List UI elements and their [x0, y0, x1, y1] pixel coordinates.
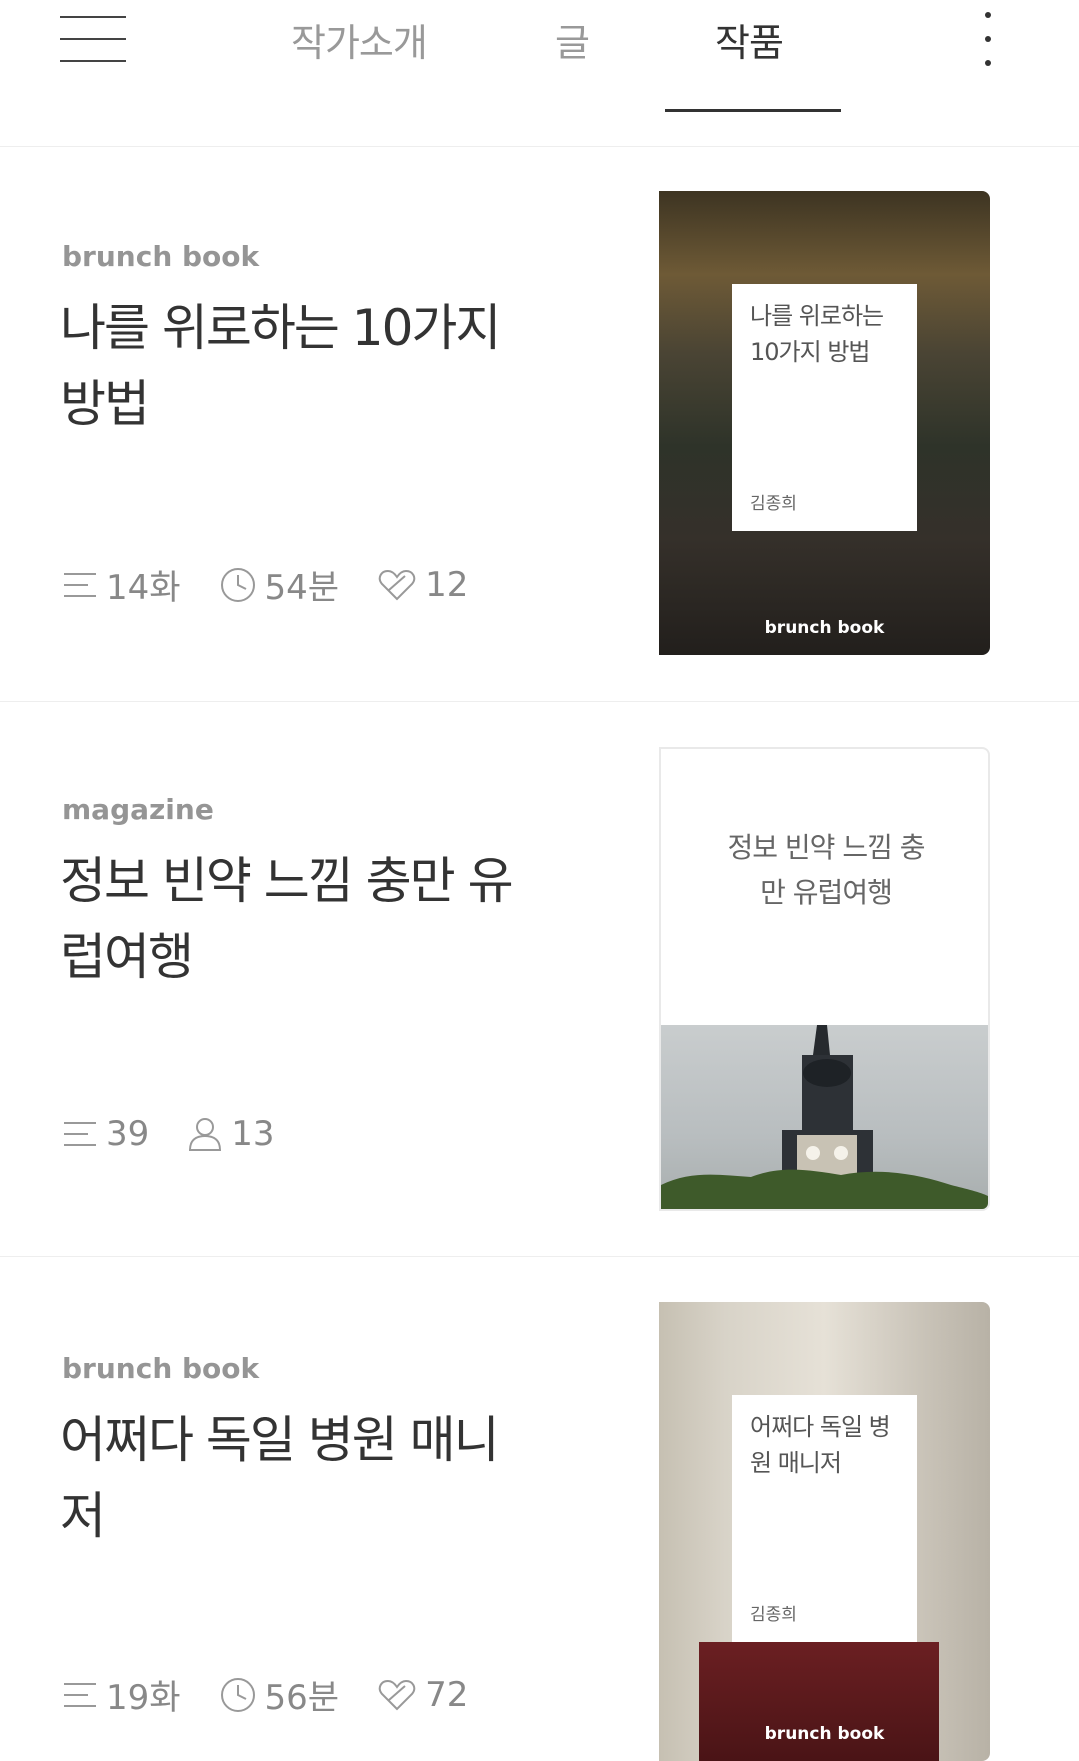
reading-time: 56분	[219, 1670, 340, 1719]
episodes-count: 19화	[62, 1670, 181, 1719]
item-title[interactable]: 어쩌다 독일 병원 매니저	[60, 1402, 530, 1554]
item-meta: 14화 54분 12	[62, 560, 506, 609]
episodes-value: 19화	[106, 1678, 181, 1718]
cover-brand-label: brunch book	[764, 1724, 885, 1744]
likes-value: 12	[425, 564, 469, 605]
item-meta: 39 13	[62, 1114, 313, 1154]
item-type-label: brunch book	[62, 240, 260, 273]
likes-count: 72	[377, 1675, 468, 1715]
more-options-icon[interactable]	[980, 10, 996, 70]
item-title[interactable]: 나를 위로하는 10가지 방법	[60, 290, 530, 442]
heart-icon	[378, 569, 416, 600]
list-icon	[64, 1682, 96, 1707]
active-tab-indicator	[665, 109, 841, 112]
list-icon	[64, 572, 96, 597]
cover-title: 정보 빈약 느낌 충만 유럽여행	[727, 831, 925, 909]
item-meta: 19화 56분 72	[62, 1670, 506, 1719]
episodes-count: 14화	[62, 560, 181, 609]
tab-author-intro[interactable]: 작가소개	[291, 12, 428, 67]
duration-value: 54분	[264, 568, 340, 608]
magazine-cover[interactable]: 정보 빈약 느낌 충만 유럽여행	[659, 747, 990, 1211]
item-type-label: magazine	[62, 793, 214, 826]
item-title[interactable]: 정보 빈약 느낌 충만 유럽여행	[60, 843, 530, 995]
episodes-count: 39	[62, 1114, 149, 1154]
clock-icon	[220, 1677, 255, 1712]
cover-brand-label: brunch book	[764, 618, 885, 638]
cover-author: 김종희	[750, 494, 797, 514]
likes-value: 72	[425, 1674, 469, 1715]
brunch-book-cover[interactable]: 어쩌다 독일 병원 매니저 김종희 brunch book	[659, 1302, 990, 1761]
tab-works[interactable]: 작품	[715, 12, 784, 67]
list-icon	[64, 1122, 96, 1146]
duration-value: 56분	[264, 1678, 340, 1718]
reading-time: 54분	[219, 560, 340, 609]
cover-author: 김종희	[750, 1605, 797, 1625]
item-type-label: brunch book	[62, 1352, 260, 1385]
subscribers-value: 13	[231, 1114, 275, 1154]
episodes-value: 39	[106, 1114, 150, 1154]
cover-title-panel: 나를 위로하는 10가지 방법 김종희	[732, 284, 917, 531]
person-icon	[189, 1118, 222, 1151]
brunch-book-cover[interactable]: 나를 위로하는 10가지 방법 김종희 brunch book	[659, 191, 990, 655]
cover-title: 나를 위로하는 10가지 방법	[750, 302, 884, 366]
clock-icon	[220, 567, 255, 602]
episodes-value: 14화	[106, 568, 181, 608]
tab-posts[interactable]: 글	[555, 12, 590, 67]
cover-title: 어쩌다 독일 병원 매니저	[750, 1413, 891, 1477]
cover-photo-church-tower	[661, 1025, 988, 1209]
hamburger-menu-icon[interactable]	[60, 16, 126, 62]
subscriber-count: 13	[187, 1114, 275, 1154]
heart-icon	[378, 1679, 416, 1710]
top-nav-bar: 작가소개 글 작품	[0, 0, 1079, 147]
likes-count: 12	[377, 565, 468, 605]
cover-title-panel: 어쩌다 독일 병원 매니저 김종희	[732, 1395, 917, 1642]
